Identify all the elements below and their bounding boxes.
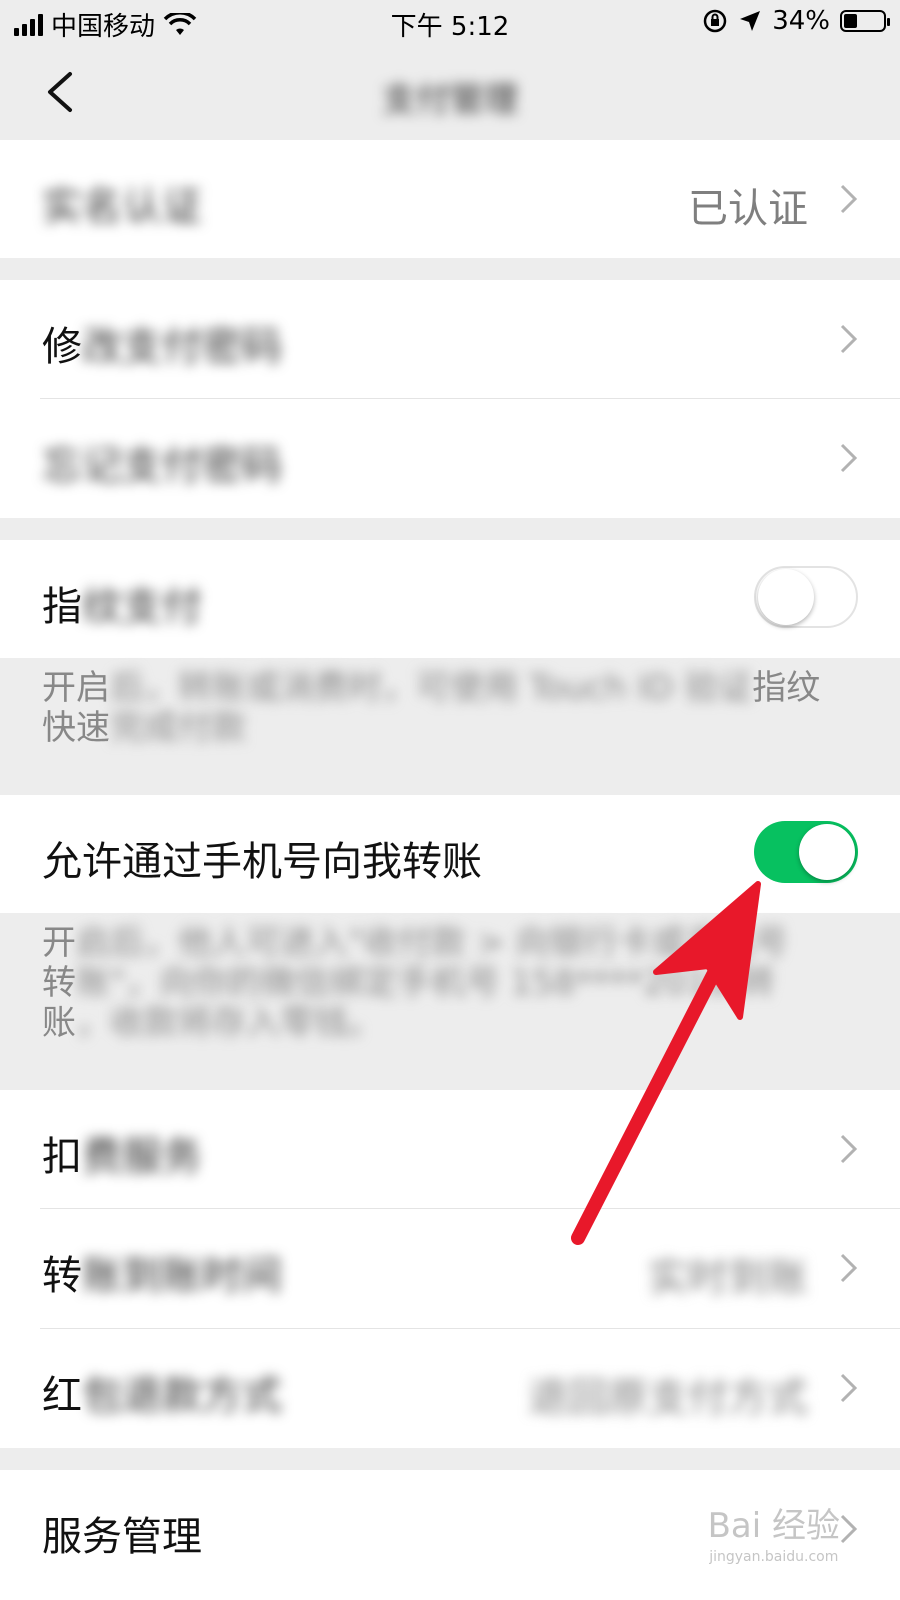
real-name-status: 已认证 [688,186,808,232]
phone-transfer-row: 允许通过手机号向我转账 [0,795,900,913]
phone-transfer-toggle[interactable] [754,821,858,883]
forgot-password-row[interactable]: 忘记支付密码 [0,399,900,517]
page-title: 支付管理 [382,80,518,120]
chevron-right-icon [840,443,858,473]
status-bar: 中国移动 下午 5:12 34% [0,0,900,44]
rotation-lock-icon [703,9,727,33]
group-phone-transfer: 允许通过手机号向我转账 [0,795,900,913]
modify-password-label: 修改支付密码 [42,324,282,370]
chevron-right-icon [840,1514,858,1544]
group-services: 扣费服务 转账到账时间 实时到账 红包退款方式 退回原支付方式 [0,1090,900,1448]
navigation-bar: 支付管理 [0,44,900,140]
chevron-right-icon [840,1134,858,1164]
chevron-right-icon [840,324,858,354]
modify-password-row[interactable]: 修改支付密码 [0,280,900,398]
refund-method-value: 退回原支付方式 [528,1375,808,1421]
phone-transfer-description: 开启后，他人可进入"收付款 > 向银行卡或手机号 转账"，向你的微信绑定手机号 … [42,923,788,1043]
group-password: 修改支付密码 忘记支付密码 [0,280,900,518]
toggle-knob [799,824,855,880]
chevron-right-icon [840,184,858,214]
real-name-label: 实名认证 [42,184,202,230]
deduction-service-row[interactable]: 扣费服务 [0,1090,900,1208]
fingerprint-label: 指纹支付 [42,584,202,630]
fingerprint-row: 指纹支付 [0,540,900,658]
toggle-knob [758,569,814,625]
chevron-right-icon [840,1373,858,1403]
baidu-jingyan-watermark: Bai 经验 jingyan.baidu.com [708,1498,840,1565]
deduction-service-label: 扣费服务 [42,1134,202,1180]
phone-transfer-label: 允许通过手机号向我转账 [42,839,482,885]
service-management-label: 服务管理 [42,1514,202,1560]
arrival-time-row[interactable]: 转账到账时间 实时到账 [0,1209,900,1327]
chevron-right-icon [840,1253,858,1283]
real-name-row[interactable]: 实名认证 已认证 [0,140,900,258]
group-real-name: 实名认证 已认证 [0,140,900,258]
battery-icon [840,10,890,32]
status-right: 34% [702,6,890,36]
fingerprint-description: 开启后，转账或消费时，可使用 Touch ID 验证指纹 快速完成付款 [42,668,821,748]
watermark-text: Bai 经验 [707,1506,840,1546]
refund-method-row[interactable]: 红包退款方式 退回原支付方式 [0,1329,900,1447]
arrival-time-value: 实时到账 [648,1255,808,1301]
arrival-time-label: 转账到账时间 [42,1253,282,1299]
fingerprint-toggle[interactable] [754,566,858,628]
watermark-url: jingyan.baidu.com [709,1549,839,1565]
group-fingerprint: 指纹支付 [0,540,900,658]
forgot-password-label: 忘记支付密码 [42,443,282,489]
location-arrow-icon [740,11,761,31]
battery-percent: 34% [772,6,830,36]
refund-method-label: 红包退款方式 [42,1373,282,1419]
